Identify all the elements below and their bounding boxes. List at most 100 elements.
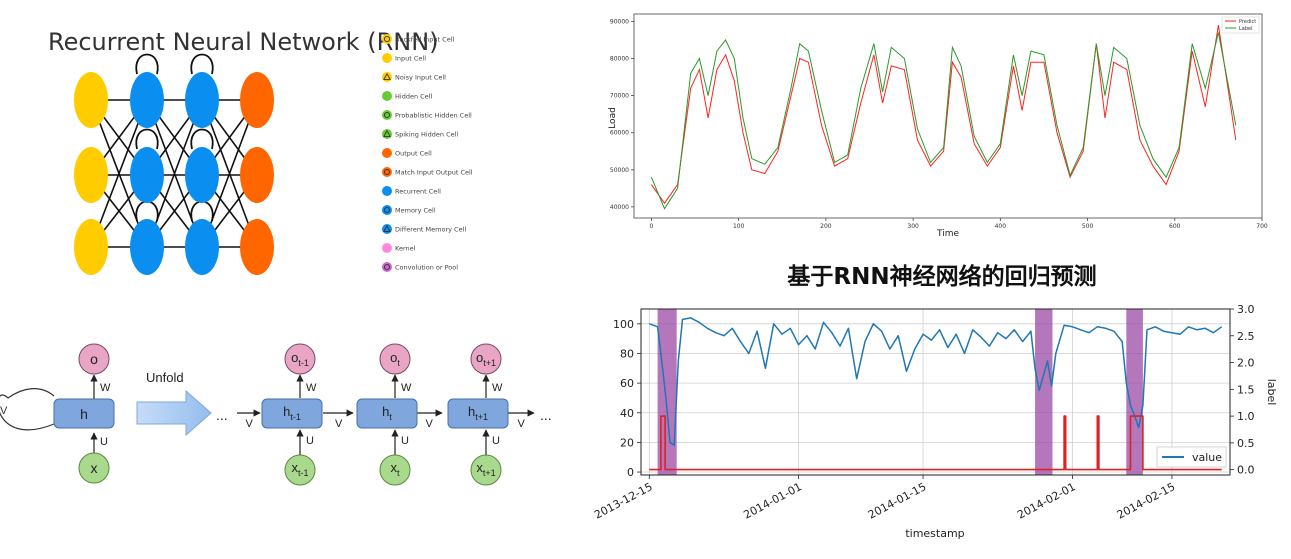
x-tick-label: 2014-01-01 [741, 480, 804, 521]
folded-u-label: U [100, 436, 108, 448]
folded-recurrent-loop [0, 388, 55, 431]
rnn-connections [90, 99, 258, 248]
rnn-self-loop [190, 128, 214, 150]
rnn-self-loop [135, 128, 159, 150]
unfold-arrow-icon [136, 389, 212, 437]
y-right-tick-label: 1.0 [1237, 410, 1255, 423]
legend-cell-icon [382, 167, 392, 177]
y-right-tick-label: 1.5 [1237, 383, 1255, 396]
legend-cell-icon [382, 205, 392, 215]
u-label: U [306, 435, 314, 447]
anomaly-band [1035, 309, 1053, 475]
legend-label: Predict [1239, 19, 1256, 25]
rnn-self-loop [190, 53, 214, 75]
legend-cell-label: Kernel [395, 245, 416, 253]
y-tick-label: 60000 [610, 130, 629, 137]
w-label: W [306, 382, 317, 394]
u-label: U [492, 435, 500, 447]
unfolded-steps: V V V VUWot-1ht-1xt-1UWothtxtUWot+1ht+1xt+1 [237, 343, 535, 486]
y-right-tick-label: 0.0 [1237, 464, 1255, 477]
legend-cell-icon [382, 186, 392, 196]
legend-cell-label: Match Input Output Cell [395, 169, 473, 177]
rnn-recurrent-node [185, 219, 219, 275]
y-right-tick-label: 2.5 [1237, 330, 1255, 343]
y-tick-label: 90000 [610, 18, 629, 25]
legend-cell-icon [382, 243, 392, 253]
folded-output-label: o [90, 351, 98, 367]
legend-cell-label: Input Cell [395, 55, 426, 63]
legend-cell-label: Probablistic Hidden Cell [395, 112, 472, 120]
x-tick-label: 0 [650, 223, 654, 230]
y-right-tick-label: 0.5 [1237, 437, 1255, 450]
folded-hidden-label: h [80, 406, 88, 422]
anomaly-chart-legend: value [1156, 446, 1227, 468]
v-label: V [335, 418, 343, 430]
legend-cell-label: Recurrent Cell [395, 188, 441, 196]
load-chart-xlabel: Time [936, 229, 959, 239]
y-tick-label: 70000 [610, 93, 629, 100]
rnn-recurrent-node [130, 219, 164, 275]
rnn-output-node [240, 72, 274, 128]
x-tick-label: 2013-12-15 [592, 480, 655, 521]
rnn-input-node [74, 219, 108, 275]
x-tick-label: 700 [1256, 223, 1268, 230]
y-right-tick-label: 3.0 [1237, 303, 1255, 316]
load-chart-legend: PredictLabel [1221, 16, 1260, 34]
rnn-self-loop [135, 200, 159, 222]
legend-cell-icon [382, 148, 392, 158]
anomaly-chart-ylabel-right: label [1265, 379, 1278, 406]
anomaly-chart-xlabel: timestamp [905, 527, 964, 540]
rnn-input-node [74, 147, 108, 203]
figure-canvas: Recurrent Neural Network (RNN) Backfed I… [0, 10, 1278, 540]
folded-rnn: V U W o h x [0, 343, 115, 484]
legend-cell-label: Different Memory Cell [395, 226, 466, 234]
x-tick-label: 200 [820, 223, 832, 230]
rnn-recurrent-node [185, 72, 219, 128]
y-tick-label: 40000 [610, 204, 629, 211]
x-tick-label: 600 [1169, 223, 1181, 230]
y-tick-label: 80000 [610, 56, 629, 63]
unfold-left-ellipsis: ... [216, 407, 228, 423]
legend-cell-label: Output Cell [395, 150, 432, 158]
legend-label: Label [1239, 26, 1253, 32]
y-right-tick-label: 2.0 [1237, 357, 1255, 370]
rnn-self-loop [190, 200, 214, 222]
y-tick-label: 0 [627, 466, 634, 479]
load-prediction-chart: 0 100 200 300 400 500 600 700 40000 50000 60000 700… [608, 10, 1270, 239]
x-tick-label: 300 [907, 223, 919, 230]
regression-heading: 基于RNN神经网络的回归预测 [787, 263, 1096, 290]
rnn-output-node [240, 147, 274, 203]
legend-cell-label: Hidden Cell [395, 93, 432, 101]
rnn-recurrent-node [130, 72, 164, 128]
folded-w-label: W [100, 382, 111, 394]
legend-cell-label: Backfed Input Cell [395, 36, 455, 44]
x-tick-label: 400 [995, 223, 1007, 230]
y-tick-label: 80 [620, 347, 634, 360]
load-chart-ylabel: Load [608, 107, 618, 129]
rnn-cell-legend: Backfed Input Cell Input Cell Noisy Input … [382, 34, 473, 272]
anomaly-legend-value-label: value [1192, 451, 1222, 464]
unfold-right-ellipsis: ... [540, 407, 552, 423]
rnn-input-node [74, 72, 108, 128]
x-tick-label: 2014-01-15 [866, 480, 929, 521]
rnn-architecture-panel: Recurrent Neural Network (RNN) Backfed I… [48, 28, 473, 275]
rnn-title: Recurrent Neural Network (RNN) [48, 28, 439, 56]
load-chart-background [609, 10, 1270, 228]
folded-input-label: x [91, 460, 98, 476]
y-tick-label: 100 [613, 318, 634, 331]
w-label: W [492, 382, 503, 394]
v-label: V [426, 418, 434, 430]
rnn-recurrent-node [185, 147, 219, 203]
v-label: V [246, 418, 254, 430]
legend-cell-icon [382, 110, 392, 120]
rnn-self-loop [135, 53, 159, 75]
legend-cell-label: Convolution or Pool [395, 264, 458, 272]
legend-cell-label: Noisy Input Cell [395, 74, 446, 82]
legend-cell-icon [382, 262, 392, 272]
rnn-unfold-panel: V U W o h x Unfold ... ... V V V VUWot-1ht-… [0, 343, 552, 486]
x-tick-label: 2014-02-01 [1015, 480, 1078, 521]
x-tick-label: 500 [1082, 223, 1094, 230]
legend-cell-icon [382, 91, 392, 101]
y-tick-label: 50000 [610, 167, 629, 174]
u-label: U [401, 435, 409, 447]
